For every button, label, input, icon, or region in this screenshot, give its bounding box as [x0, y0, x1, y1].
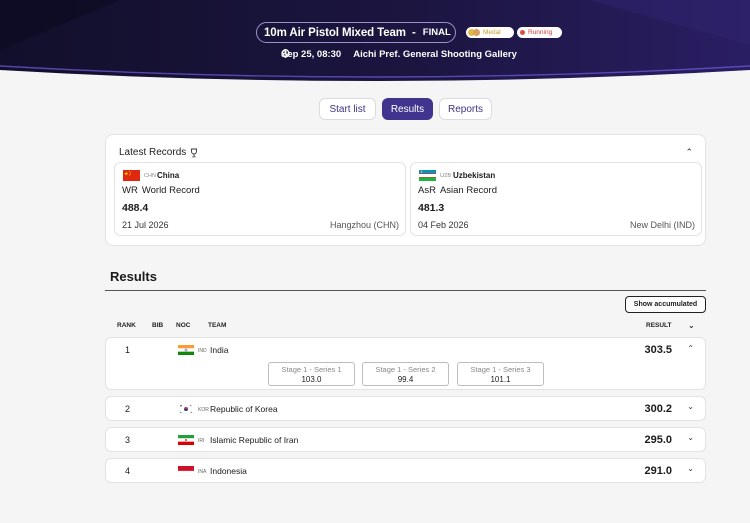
running-badge-label: Running: [528, 29, 553, 36]
event-datetime: Sep 25, 08:30: [281, 49, 342, 60]
latest-records-title: Latest Records: [119, 147, 187, 158]
flag-uzb-icon: [419, 170, 436, 181]
flag-kor-icon: [178, 404, 194, 414]
result-row-iri[interactable]: 3 IRI Islamic Republic of Iran 295.0 ⌄: [105, 427, 706, 452]
record-code: WR: [122, 185, 138, 196]
event-meta: Sep 25, 08:30 Aichi Pref. General Shooti…: [281, 49, 517, 60]
record-date: 04 Feb 2026: [418, 220, 469, 230]
medal-badge-label: Medal: [483, 29, 501, 36]
medal-icon-secondary: [473, 29, 480, 36]
record-label: Asian Record: [439, 185, 497, 196]
row-rank: 4: [125, 466, 131, 476]
series-score-box: Stage 1 - Series 2 99.4: [362, 362, 449, 386]
column-noc: NOC: [176, 322, 191, 329]
record-type: WR World Record: [122, 185, 200, 196]
row-result: 303.5: [644, 344, 672, 356]
row-rank: 3: [125, 435, 131, 445]
expand-chevron-down-icon[interactable]: ⌄: [687, 464, 694, 473]
record-card-wr: CHN China WR World Record 488.4 21 Jul 20…: [114, 162, 406, 236]
record-value: 488.4: [122, 202, 149, 214]
column-rank: RANK: [117, 322, 136, 329]
record-country: China: [157, 171, 180, 180]
flag-ina-icon: [178, 466, 194, 476]
expand-chevron-down-icon[interactable]: ⌄: [687, 402, 694, 411]
row-team: Islamic Republic of Iran: [210, 435, 299, 445]
result-row-ind[interactable]: 1 IND India 303.5 ⌃ Stage 1 - Series 1 1…: [105, 337, 706, 390]
series-label: Stage 1 - Series 2: [375, 365, 436, 374]
series-value: 103.0: [301, 375, 322, 384]
event-title-pill: 10m Air Pistol Mixed Team - FINAL: [256, 22, 456, 43]
row-team: Republic of Korea: [210, 404, 278, 414]
row-rank: 2: [125, 404, 131, 414]
event-venue: Aichi Pref. General Shooting Gallery: [353, 49, 517, 60]
event-header: 10m Air Pistol Mixed Team - FINAL Medal …: [0, 0, 750, 84]
record-place: New Delhi (IND): [629, 220, 695, 230]
tab-start-list[interactable]: Start list: [319, 98, 376, 120]
running-badge: Running: [517, 27, 562, 38]
record-code: AsR: [418, 185, 436, 196]
latest-records-header: Latest Records: [119, 147, 198, 158]
location-pin-icon: [282, 49, 289, 58]
record-noc: CHN: [144, 173, 156, 179]
expand-chevron-down-icon[interactable]: ⌄: [687, 433, 694, 442]
series-score-box: Stage 1 - Series 1 103.0: [268, 362, 355, 386]
latest-records-card: Latest Records ⌃ CHN China WR World Recor…: [105, 134, 706, 246]
record-value: 481.3: [418, 202, 445, 214]
tab-reports[interactable]: Reports: [439, 98, 492, 120]
tab-results[interactable]: Results: [382, 98, 433, 120]
result-row-kor[interactable]: 2 KOR Republic of Korea 300.2 ⌄: [105, 396, 706, 421]
event-title-separator: -: [411, 26, 416, 39]
column-team: TEAM: [208, 322, 227, 329]
row-team: Indonesia: [210, 466, 247, 476]
series-value: 101.1: [490, 375, 511, 384]
collapse-chevron-up-icon[interactable]: ⌃: [687, 344, 694, 353]
record-noc: UZB: [440, 173, 451, 179]
row-result: 300.2: [644, 403, 672, 415]
series-score-box: Stage 1 - Series 3 101.1: [457, 362, 544, 386]
flag-iri-icon: [178, 435, 194, 445]
flag-chn-icon: [123, 170, 140, 181]
record-place: Hangzhou (CHN): [329, 220, 399, 230]
chevron-up-icon[interactable]: ⌃: [685, 147, 693, 158]
results-heading: Results: [110, 269, 157, 284]
medal-badge: Medal: [466, 27, 514, 38]
show-accumulated-button[interactable]: Show accumulated: [625, 296, 706, 313]
row-noc: INA: [198, 469, 207, 475]
expand-all-chevron-down-icon[interactable]: ⌄: [688, 321, 695, 330]
series-label: Stage 1 - Series 1: [281, 365, 342, 374]
record-label: World Record: [141, 185, 200, 196]
row-noc: IRI: [198, 438, 205, 444]
flag-ind-icon: [178, 345, 194, 355]
row-noc: KOR: [198, 407, 209, 413]
trophy-icon: [191, 148, 198, 157]
row-result: 295.0: [644, 434, 672, 446]
results-divider: [105, 290, 706, 291]
record-date: 21 Jul 2026: [122, 220, 169, 230]
result-row-ina[interactable]: 4 INA Indonesia 291.0 ⌄: [105, 458, 706, 483]
row-noc: IND: [198, 348, 207, 354]
series-value: 99.4: [397, 375, 414, 384]
record-card-asr: UZB Uzbekistan AsR Asian Record 481.3 04 …: [410, 162, 702, 236]
row-result: 291.0: [644, 465, 672, 477]
column-bib: BIB: [152, 322, 164, 329]
record-type: AsR Asian Record: [418, 185, 497, 196]
row-team: India: [210, 345, 229, 355]
live-dot-icon: [520, 30, 525, 35]
series-label: Stage 1 - Series 3: [470, 365, 531, 374]
event-title: 10m Air Pistol Mixed Team: [264, 26, 406, 39]
event-phase: FINAL: [422, 27, 451, 38]
record-country: Uzbekistan: [453, 171, 496, 180]
row-rank: 1: [125, 345, 131, 355]
column-result: RESULT: [646, 322, 672, 329]
